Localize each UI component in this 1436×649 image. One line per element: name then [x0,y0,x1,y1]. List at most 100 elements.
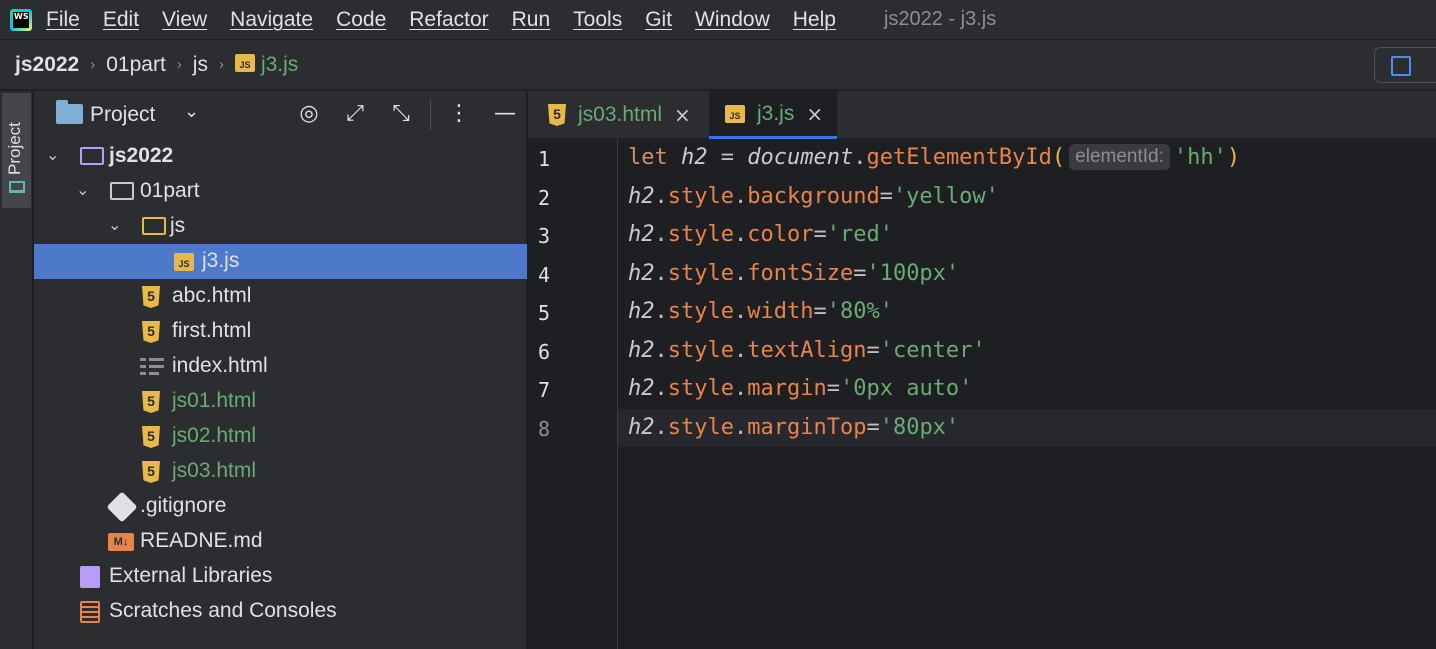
tree-item-label: READNE.md [140,529,263,552]
scratches-icon [80,601,100,623]
library-icon [80,566,100,588]
code-token: style [667,376,734,401]
menu-tools[interactable]: Tools [573,8,622,32]
tree-item-01part[interactable]: ⌄ 01part [34,174,527,209]
code-line: h2.style.textAlign='center' [628,338,986,363]
tab-j3js[interactable]: JS j3.js × [709,91,837,139]
project-view-selector[interactable]: Project [90,103,155,127]
js-folder-icon [142,217,166,235]
code-line: h2.style.width='80%' [628,299,893,324]
tree-item-index-html[interactable]: index.html [34,349,527,384]
tree-item-scratches[interactable]: Scratches and Consoles [34,594,527,629]
close-icon[interactable]: × [674,103,691,127]
minimize-icon[interactable]: — [492,101,518,127]
tree-item-label: .gitignore [140,494,227,517]
tab-js03-html[interactable]: 5 js03.html × [528,91,708,139]
tree-item-first-html[interactable]: 5 first.html [34,314,527,349]
tree-item-label: js02.html [172,424,257,447]
breadcrumb-file[interactable]: j3.js [261,53,298,77]
tab-label: j3.js [757,101,795,125]
target-icon[interactable]: ◎ [296,101,322,127]
menu-run[interactable]: Run [512,8,551,32]
code-token: h2 [628,222,655,247]
tree-item-js01-html[interactable]: 5 js01.html [34,384,527,419]
code-token: h2 [628,299,655,324]
tree-item-js[interactable]: ⌄ js [34,209,527,244]
chevron-down-icon[interactable]: ⌄ [46,145,59,165]
tree-item-label: j3.js [202,249,240,272]
project-panel-header: Project ⌄ ◎ ⤢ ⤡ ⋮ — [34,91,526,139]
chevron-down-icon[interactable]: ⌄ [184,101,199,122]
code-token: '80%' [826,299,893,324]
code-token: fontSize [747,261,854,286]
code-token: getElementById [866,145,1052,170]
code-line: h2.style.color='red' [628,222,893,247]
line-number-gutter: 1 2 3 4 5 6 7 8 [528,139,618,649]
menu-code[interactable]: Code [336,8,386,32]
code-token: style [667,222,734,247]
parameter-hint: elementId: [1069,144,1170,170]
breadcrumb: js2022 › 01part › js › JS j3.js [0,40,1436,90]
tree-item-j3js[interactable]: JS j3.js [34,244,527,279]
tree-item-js2022[interactable]: ⌄ js2022 [34,139,527,174]
code-token: background [747,184,880,209]
html5-icon: 5 [142,286,160,308]
code-token: . [853,145,867,170]
menu-git[interactable]: Git [645,8,672,32]
folder-icon [110,182,134,200]
tree-item-external-libraries[interactable]: External Libraries [34,559,527,594]
code-token: marginTop [747,415,867,440]
menu-view[interactable]: View [162,8,207,32]
breadcrumb-subfolder[interactable]: js [193,53,208,77]
menu-refactor[interactable]: Refactor [409,8,488,32]
tree-item-js02-html[interactable]: 5 js02.html [34,419,527,454]
menu-edit[interactable]: Edit [103,8,139,32]
code-token: width [747,299,814,324]
close-icon[interactable]: × [806,102,823,126]
expand-all-icon[interactable]: ⤢ [342,101,368,127]
code-token: textAlign [747,338,867,363]
breadcrumb-project[interactable]: js2022 [15,53,79,77]
js-file-icon: JS [725,104,745,123]
chevron-down-icon[interactable]: ⌄ [76,180,89,200]
menu-file[interactable]: File [46,8,80,32]
tree-item-readme[interactable]: M↓ READNE.md [34,524,527,559]
tree-item-gitignore[interactable]: .gitignore [34,489,527,524]
run-config-button[interactable] [1374,47,1436,83]
menu-window[interactable]: Window [695,8,770,32]
tree-item-label: index.html [172,354,268,377]
breadcrumb-folder[interactable]: 01part [106,53,166,77]
project-tool-tab[interactable]: Project [2,93,31,208]
code-token: ( [1051,145,1066,170]
collapse-all-icon[interactable]: ⤡ [388,101,414,127]
tree-item-abc-html[interactable]: 5 abc.html [34,279,527,314]
chevron-down-icon[interactable]: ⌄ [108,215,121,235]
project-tool-tab-label: Project [5,122,24,175]
tree-item-label: first.html [172,319,252,342]
markdown-icon: M↓ [108,533,134,551]
tool-window-strip: Project [0,91,33,649]
code-editor[interactable]: 1 2 3 4 5 6 7 8 let h2 = document.getEle… [528,139,1436,649]
chevron-right-icon: › [218,56,224,73]
code-token: let [628,145,668,170]
code-token: style [667,415,734,440]
module-folder-icon [80,147,104,165]
laptop-icon [9,181,25,193]
code-token: '80px' [879,415,960,440]
menu-help[interactable]: Help [793,8,836,32]
code-token: = [707,145,748,170]
code-token: '0px auto' [839,376,973,401]
tree-item-label: js2022 [109,144,174,167]
tree-item-js03-html[interactable]: 5 js03.html [34,454,527,489]
tree-item-label: js [170,214,186,237]
menu-bar: WS File Edit View Navigate Code Refactor… [0,0,1436,40]
code-token: 'hh' [1173,145,1227,170]
code-token: h2 [628,376,655,401]
line-number: 8 [538,417,551,441]
code-token: h2 [681,145,708,170]
webstorm-logo-icon[interactable]: WS [10,8,32,31]
more-options-icon[interactable]: ⋮ [446,101,472,127]
menu-navigate[interactable]: Navigate [230,8,313,32]
code-line: let h2 = document.getElementById(element… [628,144,1240,172]
code-token: 'red' [826,222,893,247]
